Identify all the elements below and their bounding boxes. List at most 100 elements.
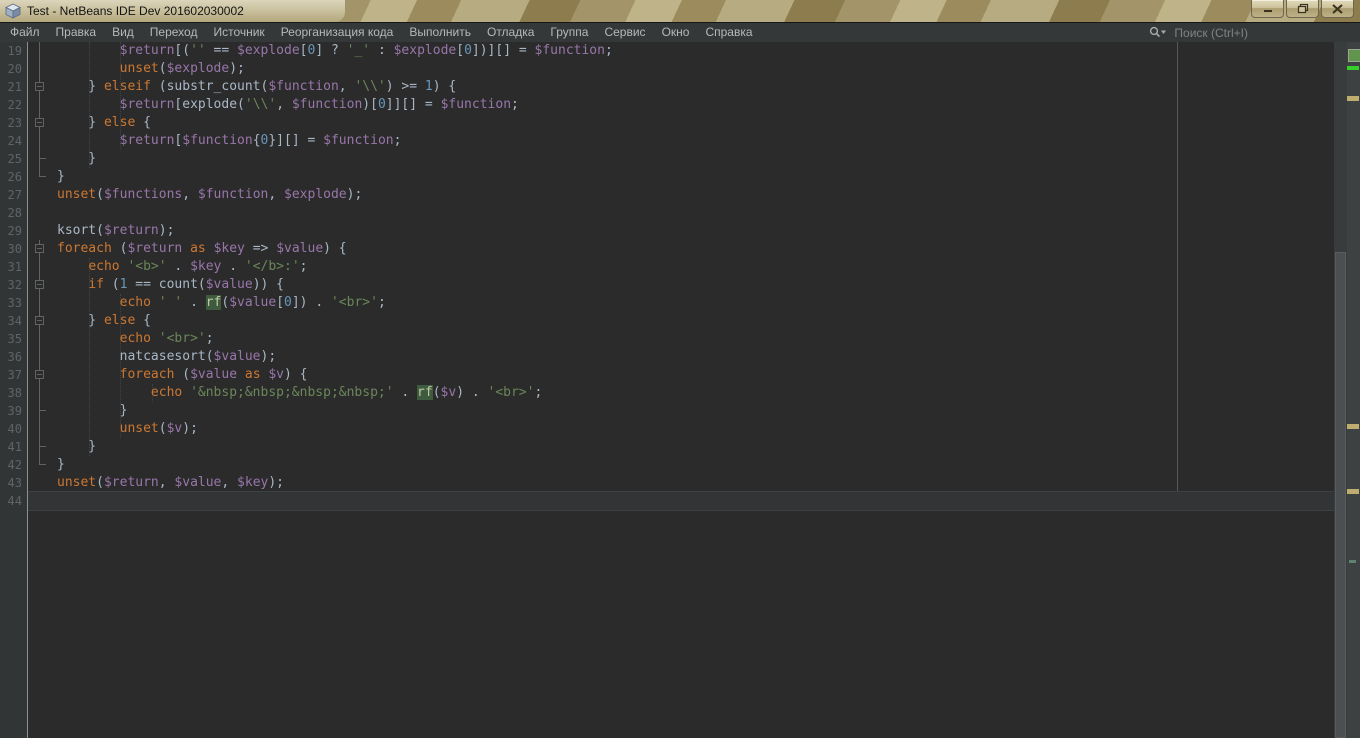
- code-editor[interactable]: 19 $return[('' == $explode[0] ? '_' : $e…: [0, 42, 1360, 738]
- restore-button[interactable]: [1286, 0, 1319, 18]
- code-line[interactable]: 27unset($functions, $function, $explode)…: [0, 186, 1334, 204]
- token: ]) .: [292, 295, 331, 310]
- code-text[interactable]: }: [57, 402, 127, 420]
- code-line[interactable]: 20 unset($explode);: [0, 60, 1334, 78]
- code-line[interactable]: 25 }: [0, 150, 1334, 168]
- menu-item[interactable]: Окно: [654, 23, 698, 42]
- warning-mark-tan[interactable]: [1347, 424, 1359, 429]
- code-text[interactable]: echo '&nbsp;&nbsp;&nbsp;&nbsp;' . rf($v)…: [57, 384, 542, 402]
- code-line[interactable]: 39 }: [0, 402, 1334, 420]
- code-text[interactable]: echo '<b>' . $key . '</b>:';: [57, 258, 308, 276]
- occurrence-mark-green[interactable]: [1347, 66, 1359, 70]
- code-text[interactable]: } elseif (substr_count($function, '\\') …: [57, 78, 456, 96]
- token: ,: [182, 187, 198, 202]
- code-line[interactable]: 37 foreach ($value as $v) {: [0, 366, 1334, 384]
- close-button[interactable]: [1321, 0, 1354, 18]
- quick-search-field[interactable]: Поиск (Ctrl+I): [1149, 26, 1248, 40]
- code-line[interactable]: 29ksort($return);: [0, 222, 1334, 240]
- fold-collapse-icon[interactable]: [27, 276, 57, 294]
- code-line[interactable]: 34 } else {: [0, 312, 1334, 330]
- code-line[interactable]: 30foreach ($return as $key => $value) {: [0, 240, 1334, 258]
- code-line[interactable]: 33 echo ' ' . rf($value[0]) . '<br>';: [0, 294, 1334, 312]
- fold-guide: [27, 186, 57, 204]
- code-text[interactable]: } else {: [57, 312, 151, 330]
- code-text[interactable]: }: [57, 456, 65, 474]
- titlebar[interactable]: Test - NetBeans IDE Dev 201602030002: [0, 0, 1360, 22]
- code-line[interactable]: 40 unset($v);: [0, 420, 1334, 438]
- chevron-down-icon: [1161, 31, 1166, 35]
- code-line[interactable]: 43unset($return, $value, $key);: [0, 474, 1334, 492]
- token: [57, 367, 120, 382]
- code-text[interactable]: echo ' ' . rf($value[0]) . '<br>';: [57, 294, 386, 312]
- code-line[interactable]: 32 if (1 == count($value)) {: [0, 276, 1334, 294]
- menu-item[interactable]: Переход: [142, 23, 206, 42]
- menu-item[interactable]: Отладка: [479, 23, 542, 42]
- code-line[interactable]: 26}: [0, 168, 1334, 186]
- menu-item[interactable]: Источник: [205, 23, 272, 42]
- code-text[interactable]: ksort($return);: [57, 222, 174, 240]
- code-text[interactable]: unset($explode);: [57, 60, 245, 78]
- menu-item[interactable]: Сервис: [596, 23, 653, 42]
- fold-collapse-icon[interactable]: [27, 114, 57, 132]
- code-line[interactable]: 38 echo '&nbsp;&nbsp;&nbsp;&nbsp;' . rf(…: [0, 384, 1334, 402]
- code-line[interactable]: 23 } else {: [0, 114, 1334, 132]
- token: 1: [425, 79, 433, 94]
- token: .: [394, 385, 417, 400]
- code-text[interactable]: if (1 == count($value)) {: [57, 276, 284, 294]
- code-line[interactable]: 31 echo '<b>' . $key . '</b>:';: [0, 258, 1334, 276]
- menu-item[interactable]: Файл: [2, 23, 48, 42]
- token: (: [104, 277, 120, 292]
- code-text[interactable]: $return[$function{0}][] = $function;: [57, 132, 401, 150]
- token: '_': [347, 43, 370, 58]
- warning-mark-tan[interactable]: [1347, 489, 1359, 494]
- caret-position-mark[interactable]: [1349, 560, 1356, 563]
- code-text[interactable]: }: [57, 150, 96, 168]
- menu-item[interactable]: Группа: [542, 23, 596, 42]
- code-text[interactable]: foreach ($value as $v) {: [57, 366, 308, 384]
- line-number: 41: [0, 438, 27, 456]
- code-text[interactable]: $return[('' == $explode[0] ? '_' : $expl…: [57, 42, 613, 60]
- fold-collapse-icon[interactable]: [27, 366, 57, 384]
- token: $function: [268, 79, 338, 94]
- code-line[interactable]: 22 $return[explode('\\', $function)[0]][…: [0, 96, 1334, 114]
- menu-item[interactable]: Справка: [697, 23, 760, 42]
- code-line[interactable]: 19 $return[('' == $explode[0] ? '_' : $e…: [0, 42, 1334, 60]
- menu-item[interactable]: Реорганизация кода: [273, 23, 402, 42]
- code-line[interactable]: 44: [0, 492, 1334, 510]
- code-text[interactable]: echo '<br>';: [57, 330, 214, 348]
- menu-item[interactable]: Выполнить: [401, 23, 479, 42]
- code-line[interactable]: 41 }: [0, 438, 1334, 456]
- code-line[interactable]: 28: [0, 204, 1334, 222]
- code-text[interactable]: unset($v);: [57, 420, 198, 438]
- no-errors-indicator[interactable]: [1348, 49, 1360, 62]
- line-number: 21: [0, 78, 27, 96]
- menu-item[interactable]: Правка: [48, 23, 105, 42]
- code-line[interactable]: 21 } elseif (substr_count($function, '\\…: [0, 78, 1334, 96]
- code-line[interactable]: 36 natcasesort($value);: [0, 348, 1334, 366]
- code-text[interactable]: }: [57, 168, 65, 186]
- code-text[interactable]: $return[explode('\\', $function)[0]][] =…: [57, 96, 519, 114]
- code-text[interactable]: foreach ($return as $key => $value) {: [57, 240, 347, 258]
- fold-collapse-icon[interactable]: [27, 78, 57, 96]
- code-line[interactable]: 42}: [0, 456, 1334, 474]
- code-text[interactable]: } else {: [57, 114, 151, 132]
- fold-collapse-icon[interactable]: [27, 312, 57, 330]
- code-text[interactable]: unset($return, $value, $key);: [57, 474, 284, 492]
- fold-collapse-icon[interactable]: [27, 240, 57, 258]
- code-line[interactable]: 35 echo '<br>';: [0, 330, 1334, 348]
- token: (: [159, 61, 167, 76]
- code-text[interactable]: natcasesort($value);: [57, 348, 276, 366]
- scrollbar-thumb[interactable]: [1335, 252, 1346, 738]
- token: [206, 241, 214, 256]
- token: {: [253, 133, 261, 148]
- fold-guide: [27, 348, 57, 366]
- minimize-button[interactable]: [1251, 0, 1284, 18]
- token: $return: [127, 241, 182, 256]
- code-text[interactable]: unset($functions, $function, $explode);: [57, 186, 362, 204]
- menu-item[interactable]: Вид: [104, 23, 142, 42]
- vertical-scrollbar[interactable]: [1334, 42, 1347, 738]
- warning-mark-tan[interactable]: [1347, 96, 1359, 101]
- code-line[interactable]: 24 $return[$function{0}][] = $function;: [0, 132, 1334, 150]
- code-text[interactable]: }: [57, 438, 96, 456]
- token: $value: [190, 367, 237, 382]
